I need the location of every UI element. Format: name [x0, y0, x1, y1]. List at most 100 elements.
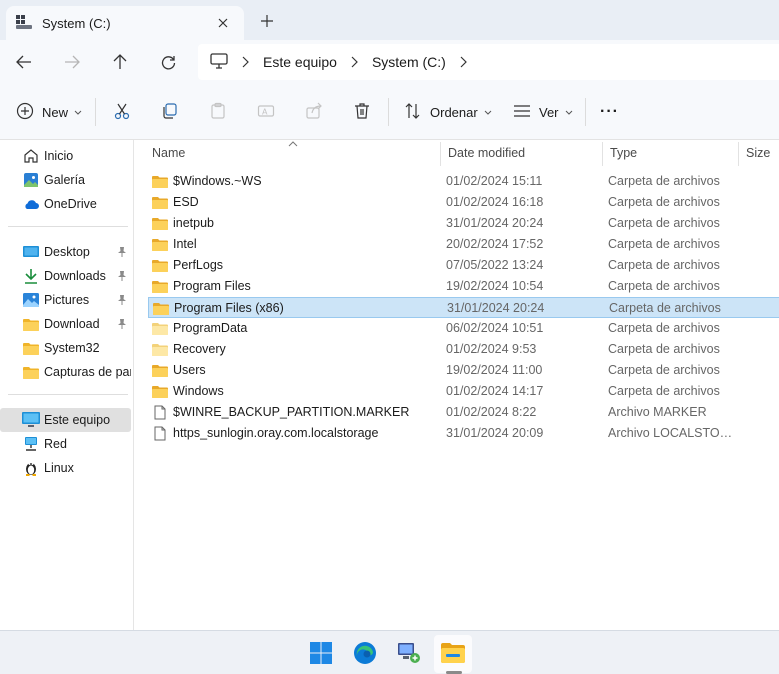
taskbar [0, 630, 779, 674]
address-bar[interactable]: Este equipo System (C:) [198, 44, 779, 80]
file-row[interactable]: Program Files (x86) 31/01/2024 20:24 Carpe… [148, 297, 779, 318]
pin-icon[interactable] [117, 246, 127, 260]
paste-icon [209, 102, 227, 123]
linux-icon [22, 459, 40, 477]
sidebar-item-pictures[interactable]: Pictures [0, 288, 131, 312]
delete-button[interactable] [353, 96, 371, 128]
divider [8, 226, 128, 227]
file-row[interactable]: PerfLogs 07/05/2022 13:24 Carpeta de archi… [148, 255, 779, 276]
file-name-cell: Program Files (x86) [153, 301, 284, 315]
file-row[interactable]: Users 19/02/2024 11:00 Carpeta de archivos [148, 360, 779, 381]
view-label: Ver [539, 104, 559, 120]
new-button[interactable]: New [16, 96, 82, 128]
sidebar-item-galeria[interactable]: Galería [0, 168, 131, 192]
network-icon [22, 435, 40, 453]
file-type: Carpeta de archivos [608, 384, 720, 398]
folder-icon [22, 339, 40, 357]
folder-icon [22, 363, 40, 381]
folder-icon [152, 384, 168, 398]
pin-icon[interactable] [117, 270, 127, 284]
more-options-button[interactable]: ··· [600, 96, 619, 128]
share-icon [305, 102, 323, 123]
file-type: Carpeta de archivos [608, 195, 720, 209]
new-tab-button[interactable] [256, 10, 278, 32]
back-button[interactable] [9, 48, 39, 76]
copy-button[interactable] [161, 96, 179, 128]
pin-icon[interactable] [117, 318, 127, 332]
cloud-icon [22, 195, 40, 213]
sidebar-item-label: System32 [44, 341, 100, 355]
sidebar-item-linux[interactable]: Linux [0, 456, 131, 480]
column-header-type[interactable]: Type [602, 140, 738, 166]
view-button[interactable]: Ver [513, 96, 573, 128]
refresh-button[interactable] [153, 48, 183, 76]
edge-browser-button[interactable] [346, 635, 384, 673]
file-date: 07/05/2022 13:24 [446, 258, 544, 272]
new-label: New [42, 104, 69, 120]
file-row[interactable]: Recovery 01/02/2024 9:53 Carpeta de archiv… [148, 339, 779, 360]
up-button[interactable] [105, 48, 135, 76]
breadcrumb-system-c[interactable]: System (C:) [372, 54, 446, 70]
file-row[interactable]: https_sunlogin.oray.com.localstorage 31/0… [148, 423, 779, 444]
file-row[interactable]: Windows 01/02/2024 14:17 Carpeta de archiv… [148, 381, 779, 402]
breadcrumb-este-equipo[interactable]: Este equipo [263, 54, 337, 70]
desktop-icon [22, 243, 40, 261]
sidebar-item-label: Este equipo [44, 413, 111, 427]
file-icon [152, 405, 168, 419]
scissors-icon [113, 102, 131, 123]
column-header-name[interactable]: Name [144, 140, 440, 166]
sidebar-item-este-equipo[interactable]: Este equipo [0, 408, 131, 432]
sidebar-item-download[interactable]: Download [0, 312, 131, 336]
rename-button[interactable]: A [257, 96, 275, 128]
file-explorer-button[interactable] [434, 635, 472, 673]
sort-button[interactable]: Ordenar [404, 96, 492, 128]
folder-icon [152, 258, 168, 272]
file-name: Recovery [173, 342, 226, 356]
chevron-down-icon [74, 110, 82, 115]
paste-button[interactable] [209, 96, 227, 128]
sidebar-item-label: Download [44, 317, 100, 331]
sidebar-item-onedrive[interactable]: OneDrive [0, 192, 131, 216]
cut-button[interactable] [113, 96, 131, 128]
sidebar-item-label: Downloads [44, 269, 106, 283]
file-row[interactable]: $Windows.~WS 01/02/2024 15:11 Carpeta de a… [148, 171, 779, 192]
pin-icon[interactable] [117, 294, 127, 308]
sidebar-item-label: Desktop [44, 245, 90, 259]
file-row[interactable]: Program Files 19/02/2024 10:54 Carpeta de … [148, 276, 779, 297]
sidebar-item-downloads[interactable]: Downloads [0, 264, 131, 288]
sidebar-item-capturas[interactable]: Capturas de pantalla [0, 360, 131, 384]
sort-label: Ordenar [430, 104, 478, 120]
file-name: PerfLogs [173, 258, 224, 272]
file-name-cell: Intel [152, 237, 197, 251]
sidebar-item-red[interactable]: Red [0, 432, 131, 456]
tab-system-c[interactable]: System (C:) [6, 6, 244, 40]
sidebar-item-inicio[interactable]: Inicio [0, 144, 131, 168]
chevron-right-icon[interactable] [460, 56, 467, 68]
file-row[interactable]: $WINRE_BACKUP_PARTITION.MARKER 01/02/2024… [148, 402, 779, 423]
network-tool-button[interactable] [390, 635, 428, 673]
windows-logo-icon [310, 641, 332, 667]
file-name: Users [173, 363, 206, 377]
close-tab-icon[interactable] [212, 12, 234, 34]
download-arrow-icon [22, 267, 40, 285]
sidebar-item-system32[interactable]: System32 [0, 336, 131, 360]
file-row[interactable]: ProgramData 06/02/2024 10:51 Carpeta de ar… [148, 318, 779, 339]
folder-icon [152, 342, 168, 356]
divider [388, 98, 389, 126]
file-row[interactable]: Intel 20/02/2024 17:52 Carpeta de archivos [148, 234, 779, 255]
share-button[interactable] [305, 96, 323, 128]
sidebar-item-desktop[interactable]: Desktop [0, 240, 131, 264]
file-explorer-icon [440, 642, 466, 667]
file-row[interactable]: ESD 01/02/2024 16:18 Carpeta de archivos [148, 192, 779, 213]
forward-button[interactable] [57, 48, 87, 76]
chevron-right-icon [351, 56, 358, 68]
start-button[interactable] [302, 635, 340, 673]
plus-circle-icon [16, 102, 34, 123]
file-name-cell: Windows [152, 384, 224, 398]
file-name: $WINRE_BACKUP_PARTITION.MARKER [173, 405, 410, 419]
file-name-cell: Users [152, 363, 206, 377]
pictures-icon [22, 291, 40, 309]
column-header-size[interactable]: Size [738, 140, 779, 166]
column-header-date[interactable]: Date modified [440, 140, 602, 166]
file-row[interactable]: inetpub 31/01/2024 20:24 Carpeta de archiv… [148, 213, 779, 234]
